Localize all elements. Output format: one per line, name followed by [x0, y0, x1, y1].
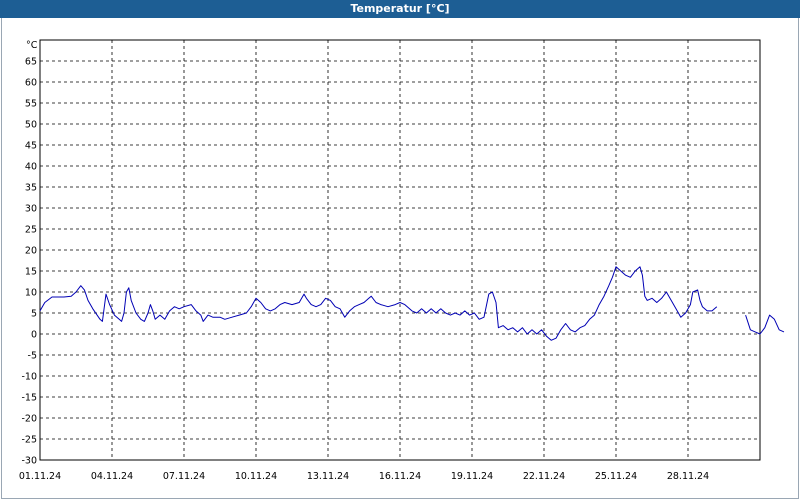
- x-tick-label: 25.11.24: [595, 471, 637, 482]
- y-tick-label: 15: [25, 267, 37, 278]
- x-tick-label: 19.11.24: [451, 471, 493, 482]
- y-tick-label: 40: [25, 162, 37, 173]
- y-tick-label: 45: [25, 141, 37, 152]
- y-tick-label: -25: [21, 435, 37, 446]
- y-tick-label: 60: [25, 78, 37, 89]
- x-tick-label: 16.11.24: [379, 471, 421, 482]
- y-tick-label: 10: [25, 288, 37, 299]
- y-tick-label: 20: [25, 246, 37, 257]
- y-tick-label: -30: [21, 456, 37, 467]
- y-tick-label: 35: [25, 183, 37, 194]
- y-tick-label: 5: [31, 309, 37, 320]
- x-tick-label: 01.11.24: [19, 471, 61, 482]
- y-tick-label: -20: [21, 414, 37, 425]
- x-tick-label: 22.11.24: [523, 471, 565, 482]
- y-tick-label: 65: [25, 57, 37, 68]
- y-tick-label: 55: [25, 99, 37, 110]
- y-tick-label: 0: [31, 330, 37, 341]
- y-tick-label: -10: [21, 372, 37, 383]
- x-tick-label: 04.11.24: [91, 471, 133, 482]
- y-tick-label: -5: [28, 351, 37, 362]
- x-tick-label: 13.11.24: [307, 471, 349, 482]
- x-tick-label: 07.11.24: [163, 471, 205, 482]
- y-tick-label: -15: [21, 393, 37, 404]
- x-tick-label: 28.11.24: [667, 471, 709, 482]
- y-tick-label: 30: [25, 204, 37, 215]
- grid: [40, 40, 760, 461]
- y-tick-label: 50: [25, 120, 37, 131]
- y-tick-label: 25: [25, 225, 37, 236]
- y-axis-ticks: 65605550454035302520151050-5-10-15-20-25…: [21, 57, 37, 467]
- temperature-chart: 65605550454035302520151050-5-10-15-20-25…: [19, 39, 785, 482]
- x-axis-ticks: 01.11.24 04.11.24 07.11.24 10.11.24 13.11.24…: [19, 471, 709, 482]
- x-tick-label: 10.11.24: [235, 471, 277, 482]
- y-axis-unit: °C: [26, 40, 38, 51]
